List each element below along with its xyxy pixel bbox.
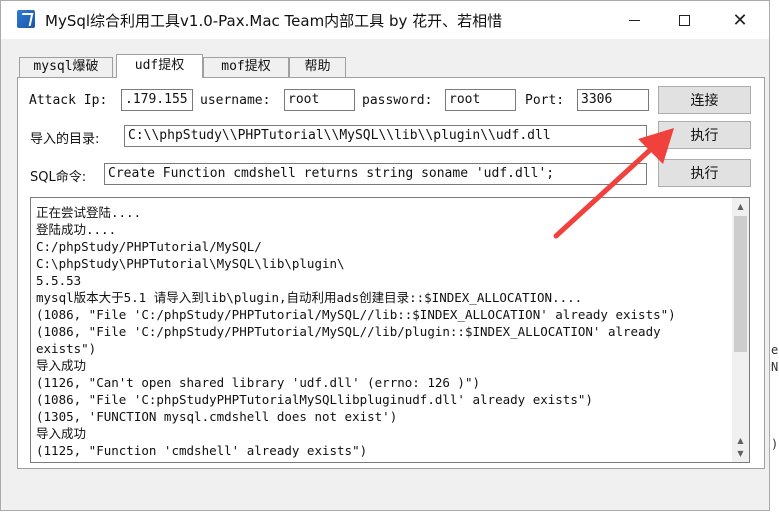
tab-mysql-brute[interactable]: mysql爆破 [19,57,113,77]
close-button[interactable]: ✕ [717,1,763,39]
sql-command-input[interactable]: Create Function cmdshell returns string … [104,163,647,185]
log-line: mysql版本大于5.1 请导入到lib\plugin,自动利用ads创建目录:… [36,290,583,305]
log-scrollbar[interactable]: ▲ ▲ ▼ [732,198,749,462]
title-bar: MySql综合利用工具v1.0-Pax.Mac Team内部工具 by 花开、若… [1,1,769,39]
minimize-icon [628,19,640,21]
scroll-up-icon[interactable]: ▲ [732,198,749,215]
password-label: password: [362,93,433,108]
maximize-icon [678,14,690,26]
log-line: (1305, 'FUNCTION mysql.cmdshell does not… [36,409,398,424]
minimize-button[interactable] [611,1,657,39]
port-label: Port: [525,93,565,108]
log-line: (1086, "File 'C:/phpStudy/PHPTutorial/My… [36,307,676,322]
connect-button[interactable]: 连接 [658,86,751,114]
app-logo-icon [17,10,35,28]
log-line: (1086, "File 'C:phpStudyPHPTutorialMySQL… [36,392,593,407]
username-label: username: [200,93,271,108]
tab-mof[interactable]: mof提权 [203,57,289,77]
background-fragment: ea [771,343,779,357]
log-line: (1086, "File 'C:/phpStudy/PHPTutorial/My… [36,324,661,339]
sql-command-label: SQL命令: [30,170,87,185]
username-input[interactable]: root [284,89,355,111]
window-title: MySql综合利用工具v1.0-Pax.Mac Team内部工具 by 花开、若… [45,12,503,30]
log-line: (1125, "Function 'cmdshell' already exis… [36,443,368,458]
maximize-button[interactable] [661,1,707,39]
import-dir-label: 导入的目录: [30,132,100,147]
log-line: C:\phpStudy\PHPTutorial\MySQL\lib\plugin… [36,256,345,271]
attack-ip-label: Attack Ip: [29,93,108,108]
tab-help[interactable]: 帮助 [289,57,346,77]
app-window: MySql综合利用工具v1.0-Pax.Mac Team内部工具 by 花开、若… [0,0,770,511]
log-line: exists") [36,341,97,356]
import-execute-button[interactable]: 执行 [658,121,751,149]
import-dir-input[interactable]: C:\\phpStudy\\PHPTutorial\\MySQL\\lib\\p… [124,125,647,147]
log-line: C:/phpStudy/PHPTutorial/MySQL/ [36,239,262,254]
log-line: 导入成功 [36,358,87,373]
background-fragment: N [771,360,779,374]
log-line: 登陆成功.... [36,222,117,237]
background-fragment: ) [771,437,779,451]
close-icon: ✕ [732,9,748,31]
log-line: 5.5.53 [36,273,82,288]
scroll-thumb[interactable] [734,216,747,352]
log-lines: 正在尝试登陆.... 登陆成功.... C:/phpStudy/PHPTutor… [36,204,732,459]
sql-execute-button[interactable]: 执行 [658,159,751,187]
port-input[interactable]: 3306 [577,89,649,111]
tab-udf[interactable]: udf提权 [116,54,203,78]
attack-ip-input[interactable]: .179.155 [121,89,193,111]
password-input[interactable]: root [445,89,516,111]
log-line: 正在尝试登陆.... [36,205,142,220]
scroll-down-icon[interactable]: ▼ [732,445,749,462]
log-line: (1126, "Can't open shared library 'udf.d… [36,375,481,390]
log-output[interactable]: 正在尝试登陆.... 登陆成功.... C:/phpStudy/PHPTutor… [30,197,750,463]
log-line: 导入成功 [36,426,87,441]
